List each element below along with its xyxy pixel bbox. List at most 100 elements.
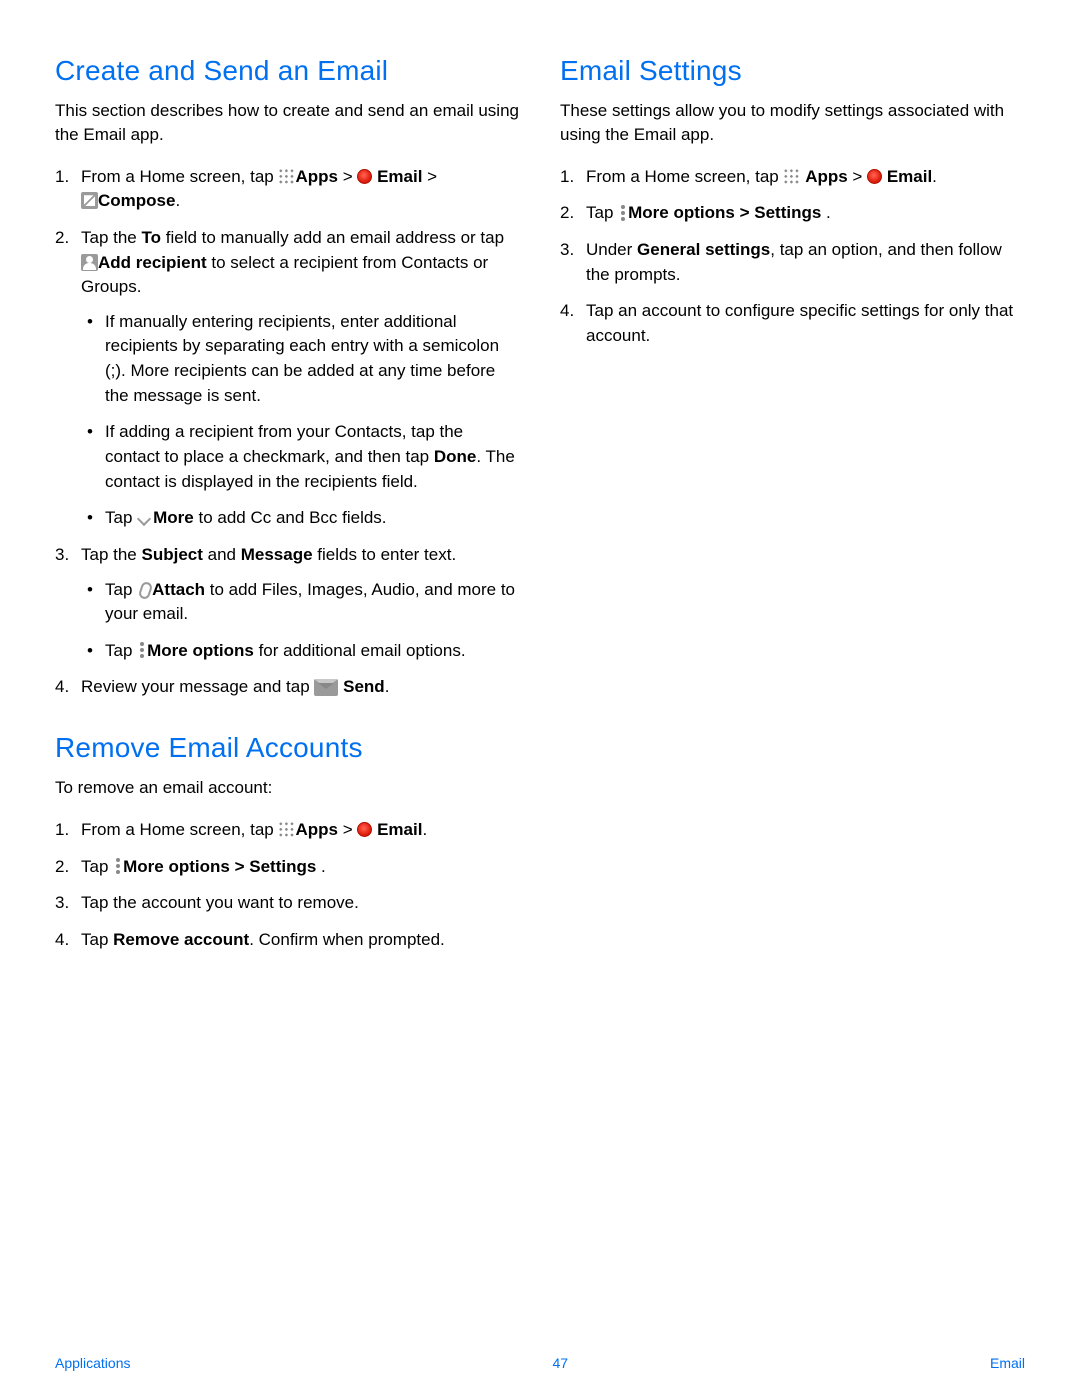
email-icon	[867, 169, 882, 184]
text: .	[932, 167, 937, 186]
text: >	[230, 857, 249, 876]
step-4: Tap Remove account. Confirm when prompte…	[55, 928, 520, 953]
page-body: Create and Send an Email This section de…	[0, 0, 1080, 984]
text: Tap	[586, 203, 618, 222]
subject-label: Subject	[142, 545, 203, 564]
step-1: From a Home screen, tap Apps > Email > C…	[55, 165, 520, 214]
apps-label: Apps	[805, 167, 848, 186]
text: >	[338, 167, 357, 186]
bullet: Tap More options for additional email op…	[81, 639, 520, 664]
text: Tap	[105, 641, 137, 660]
text: If adding a recipient from your Contacts…	[105, 422, 463, 466]
steps-create-send: From a Home screen, tap Apps > Email > C…	[55, 165, 520, 701]
intro-remove: To remove an email account:	[55, 776, 520, 800]
text: and	[203, 545, 241, 564]
step-3: Under General settings, tap an option, a…	[560, 238, 1025, 287]
step-2: Tap the To field to manually add an emai…	[55, 226, 520, 531]
steps-remove: From a Home screen, tap Apps > Email. Ta…	[55, 818, 520, 953]
send-label: Send	[338, 677, 384, 696]
text: Under	[586, 240, 637, 259]
contact-icon	[81, 254, 98, 271]
substeps-3: Tap Attach to add Files, Images, Audio, …	[81, 578, 520, 664]
email-label: Email	[377, 820, 422, 839]
text: From a Home screen, tap	[81, 820, 278, 839]
text: Review your message and tap	[81, 677, 314, 696]
substeps-2: If manually entering recipients, enter a…	[81, 310, 520, 531]
bullet: Tap More to add Cc and Bcc fields.	[81, 506, 520, 531]
to-label: To	[142, 228, 162, 247]
text: .	[321, 857, 326, 876]
more-options-icon	[618, 204, 628, 222]
bullet: If adding a recipient from your Contacts…	[81, 420, 520, 494]
text: >	[422, 167, 437, 186]
text: Tap the	[81, 228, 142, 247]
more-options-icon	[113, 857, 123, 875]
text: .	[422, 820, 427, 839]
text: field to manually add an email address o…	[161, 228, 504, 247]
text: From a Home screen, tap	[586, 167, 783, 186]
general-settings-label: General settings	[637, 240, 770, 259]
text: Tap the	[81, 545, 142, 564]
heading-remove: Remove Email Accounts	[55, 732, 520, 764]
text: .	[385, 677, 390, 696]
email-icon	[357, 822, 372, 837]
apps-icon	[278, 168, 295, 185]
more-label: More	[153, 508, 194, 527]
email-icon	[357, 169, 372, 184]
text: to add Cc and Bcc fields.	[194, 508, 387, 527]
apps-icon	[783, 168, 800, 185]
message-label: Message	[241, 545, 313, 564]
section-email-settings: Email Settings These settings allow you …	[560, 55, 1025, 348]
chevron-down-icon	[137, 512, 153, 524]
email-label: Email	[377, 167, 422, 186]
remove-account-label: Remove account	[113, 930, 249, 949]
step-2: Tap More options > Settings .	[560, 201, 1025, 226]
text: Tap	[105, 508, 137, 527]
intro-settings: These settings allow you to modify setti…	[560, 99, 1025, 147]
send-icon	[314, 679, 338, 696]
apps-label: Apps	[295, 820, 338, 839]
text: . Confirm when prompted.	[249, 930, 445, 949]
step-4: Review your message and tap Send.	[55, 675, 520, 700]
text: fields to enter text.	[313, 545, 457, 564]
add-recipient-label: Add recipient	[98, 253, 207, 272]
more-options-label: More options	[147, 641, 254, 660]
text: Tap	[105, 580, 137, 599]
right-column: Email Settings These settings allow you …	[560, 55, 1025, 984]
bullet: Tap Attach to add Files, Images, Audio, …	[81, 578, 520, 627]
left-column: Create and Send an Email This section de…	[55, 55, 520, 984]
footer-left: Applications	[55, 1355, 131, 1371]
compose-label: Compose	[98, 191, 175, 210]
step-1: From a Home screen, tap Apps > Email.	[55, 818, 520, 843]
section-remove-email: Remove Email Accounts To remove an email…	[55, 732, 520, 952]
step-2: Tap More options > Settings .	[55, 855, 520, 880]
text: >	[848, 167, 867, 186]
text: for additional email options.	[254, 641, 466, 660]
page-footer: Applications 47 Email	[55, 1355, 1025, 1371]
attach-icon	[137, 581, 152, 598]
step-1: From a Home screen, tap Apps > Email.	[560, 165, 1025, 190]
more-options-label: More options	[628, 203, 735, 222]
text: .	[826, 203, 831, 222]
bullet: If manually entering recipients, enter a…	[81, 310, 520, 409]
done-label: Done	[434, 447, 477, 466]
step-4: Tap an account to configure specific set…	[560, 299, 1025, 348]
apps-label: Apps	[295, 167, 338, 186]
text: .	[175, 191, 180, 210]
more-options-label: More options	[123, 857, 230, 876]
compose-icon	[81, 192, 98, 209]
step-3: Tap the account you want to remove.	[55, 891, 520, 916]
step-3: Tap the Subject and Message fields to en…	[55, 543, 520, 664]
text: Tap	[81, 930, 113, 949]
text: From a Home screen, tap	[81, 167, 278, 186]
text: >	[735, 203, 754, 222]
text: Tap	[81, 857, 113, 876]
intro-create-send: This section describes how to create and…	[55, 99, 520, 147]
footer-page-number: 47	[552, 1355, 568, 1371]
email-label: Email	[887, 167, 932, 186]
more-options-icon	[137, 641, 147, 659]
settings-label: Settings	[249, 857, 316, 876]
heading-create-send: Create and Send an Email	[55, 55, 520, 87]
heading-settings: Email Settings	[560, 55, 1025, 87]
section-create-send-email: Create and Send an Email This section de…	[55, 55, 520, 700]
